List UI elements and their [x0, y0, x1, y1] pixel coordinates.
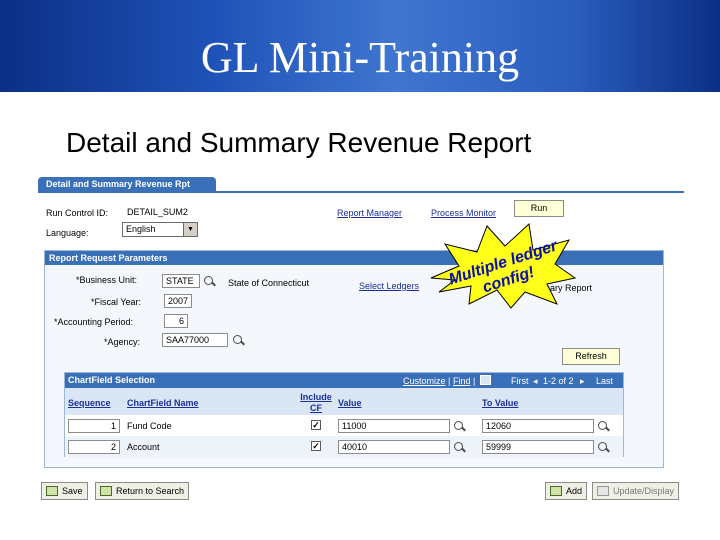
save-label: Save	[62, 486, 83, 496]
first-link[interactable]: First	[511, 376, 529, 386]
business-unit-description: State of Connecticut	[228, 278, 310, 288]
language-select[interactable]: English ▼	[122, 222, 198, 237]
business-unit-input[interactable]: STATE	[162, 274, 200, 288]
slide-heading: Detail and Summary Revenue Report	[66, 127, 532, 158]
to-value-lookup-icon[interactable]	[598, 421, 609, 432]
row-range: 1-2 of 2	[543, 376, 574, 386]
value-lookup-icon[interactable]	[454, 421, 465, 432]
next-arrow-icon[interactable]: ▸	[580, 376, 585, 387]
include-cf-checkbox[interactable]: ✓	[311, 441, 321, 451]
column-header[interactable]: ChartField Name	[127, 398, 199, 408]
view-all-icon[interactable]	[480, 375, 491, 385]
column-header[interactable]: Value	[338, 398, 362, 408]
update-display-button[interactable]: Update/Display	[592, 482, 680, 500]
sequence-input[interactable]: 1	[68, 419, 120, 433]
run-button[interactable]: Run	[514, 200, 564, 217]
return-to-search-label: Return to Search	[116, 486, 185, 496]
update-display-icon	[597, 486, 609, 496]
agency-lookup-icon[interactable]	[233, 335, 244, 346]
previous-arrow-icon[interactable]: ◂	[533, 376, 538, 387]
fiscal-year-input[interactable]: 2007	[164, 294, 192, 308]
agency-input[interactable]: SAA77000	[162, 333, 228, 347]
find-link[interactable]: Find	[453, 376, 471, 386]
customize-link[interactable]: Customize	[403, 376, 446, 386]
fiscal-year-label: *Fiscal Year:	[91, 297, 142, 307]
annotation-starburst: Multiple ledger config!	[425, 218, 577, 310]
accounting-period-input[interactable]: 6	[164, 314, 188, 328]
refresh-button[interactable]: Refresh	[562, 348, 620, 365]
grid-title: ChartField Selection	[68, 375, 156, 385]
run-control-label: Run Control ID:	[46, 208, 109, 218]
select-ledgers-link[interactable]: Select Ledgers	[359, 281, 419, 291]
language-value: English	[126, 224, 156, 234]
grid-nav-separator: |	[448, 376, 451, 386]
to-value-lookup-icon[interactable]	[598, 442, 609, 453]
slide-title: GL Mini-Training	[200, 33, 520, 82]
column-header[interactable]: To Value	[482, 398, 518, 408]
grid-header: ChartField Selection Customize | Find | …	[65, 373, 623, 388]
run-control-value: DETAIL_SUM2	[127, 207, 188, 217]
save-button[interactable]: Save	[41, 482, 88, 500]
accounting-period-label: *Accounting Period:	[54, 317, 134, 327]
to-value-input[interactable]: 12060	[482, 419, 594, 433]
tab-underline	[38, 191, 684, 193]
dropdown-arrow-icon[interactable]: ▼	[183, 223, 197, 236]
chartfield-name: Fund Code	[127, 421, 172, 431]
add-label: Add	[566, 486, 583, 496]
grid-column-headers: Sequence ChartField Name Include CF Valu…	[65, 388, 623, 415]
sequence-input[interactable]: 2	[68, 440, 120, 454]
to-value-input[interactable]: 59999	[482, 440, 594, 454]
business-unit-lookup-icon[interactable]	[204, 276, 215, 287]
add-button[interactable]: Add	[545, 482, 588, 500]
return-to-search-button[interactable]: Return to Search	[95, 482, 190, 500]
value-input[interactable]: 40010	[338, 440, 450, 454]
add-icon	[550, 486, 562, 496]
update-display-label: Update/Display	[613, 486, 675, 496]
table-row: 2 Account ✓ 40010 59999	[65, 436, 623, 457]
table-row: 1 Fund Code ✓ 11000 12060	[65, 415, 623, 436]
value-lookup-icon[interactable]	[454, 442, 465, 453]
last-link[interactable]: Last	[596, 376, 613, 386]
agency-label: *Agency:	[104, 337, 141, 347]
process-monitor-link[interactable]: Process Monitor	[431, 208, 496, 218]
page-tab[interactable]: Detail and Summary Revenue Rpt	[38, 177, 216, 192]
column-header[interactable]: Sequence	[68, 398, 111, 408]
title-banner: GL Mini-Training	[0, 0, 720, 92]
grid-nav-separator: |	[473, 376, 476, 386]
column-header[interactable]: Include CF	[297, 392, 335, 414]
report-manager-link[interactable]: Report Manager	[337, 208, 402, 218]
include-cf-checkbox[interactable]: ✓	[311, 420, 321, 430]
save-icon	[46, 486, 58, 496]
chartfield-grid: ChartField Selection Customize | Find | …	[64, 372, 624, 457]
language-label: Language:	[46, 228, 89, 238]
chartfield-name: Account	[127, 442, 160, 452]
value-input[interactable]: 11000	[338, 419, 450, 433]
business-unit-label: *Business Unit:	[76, 275, 138, 285]
return-icon	[100, 486, 112, 496]
